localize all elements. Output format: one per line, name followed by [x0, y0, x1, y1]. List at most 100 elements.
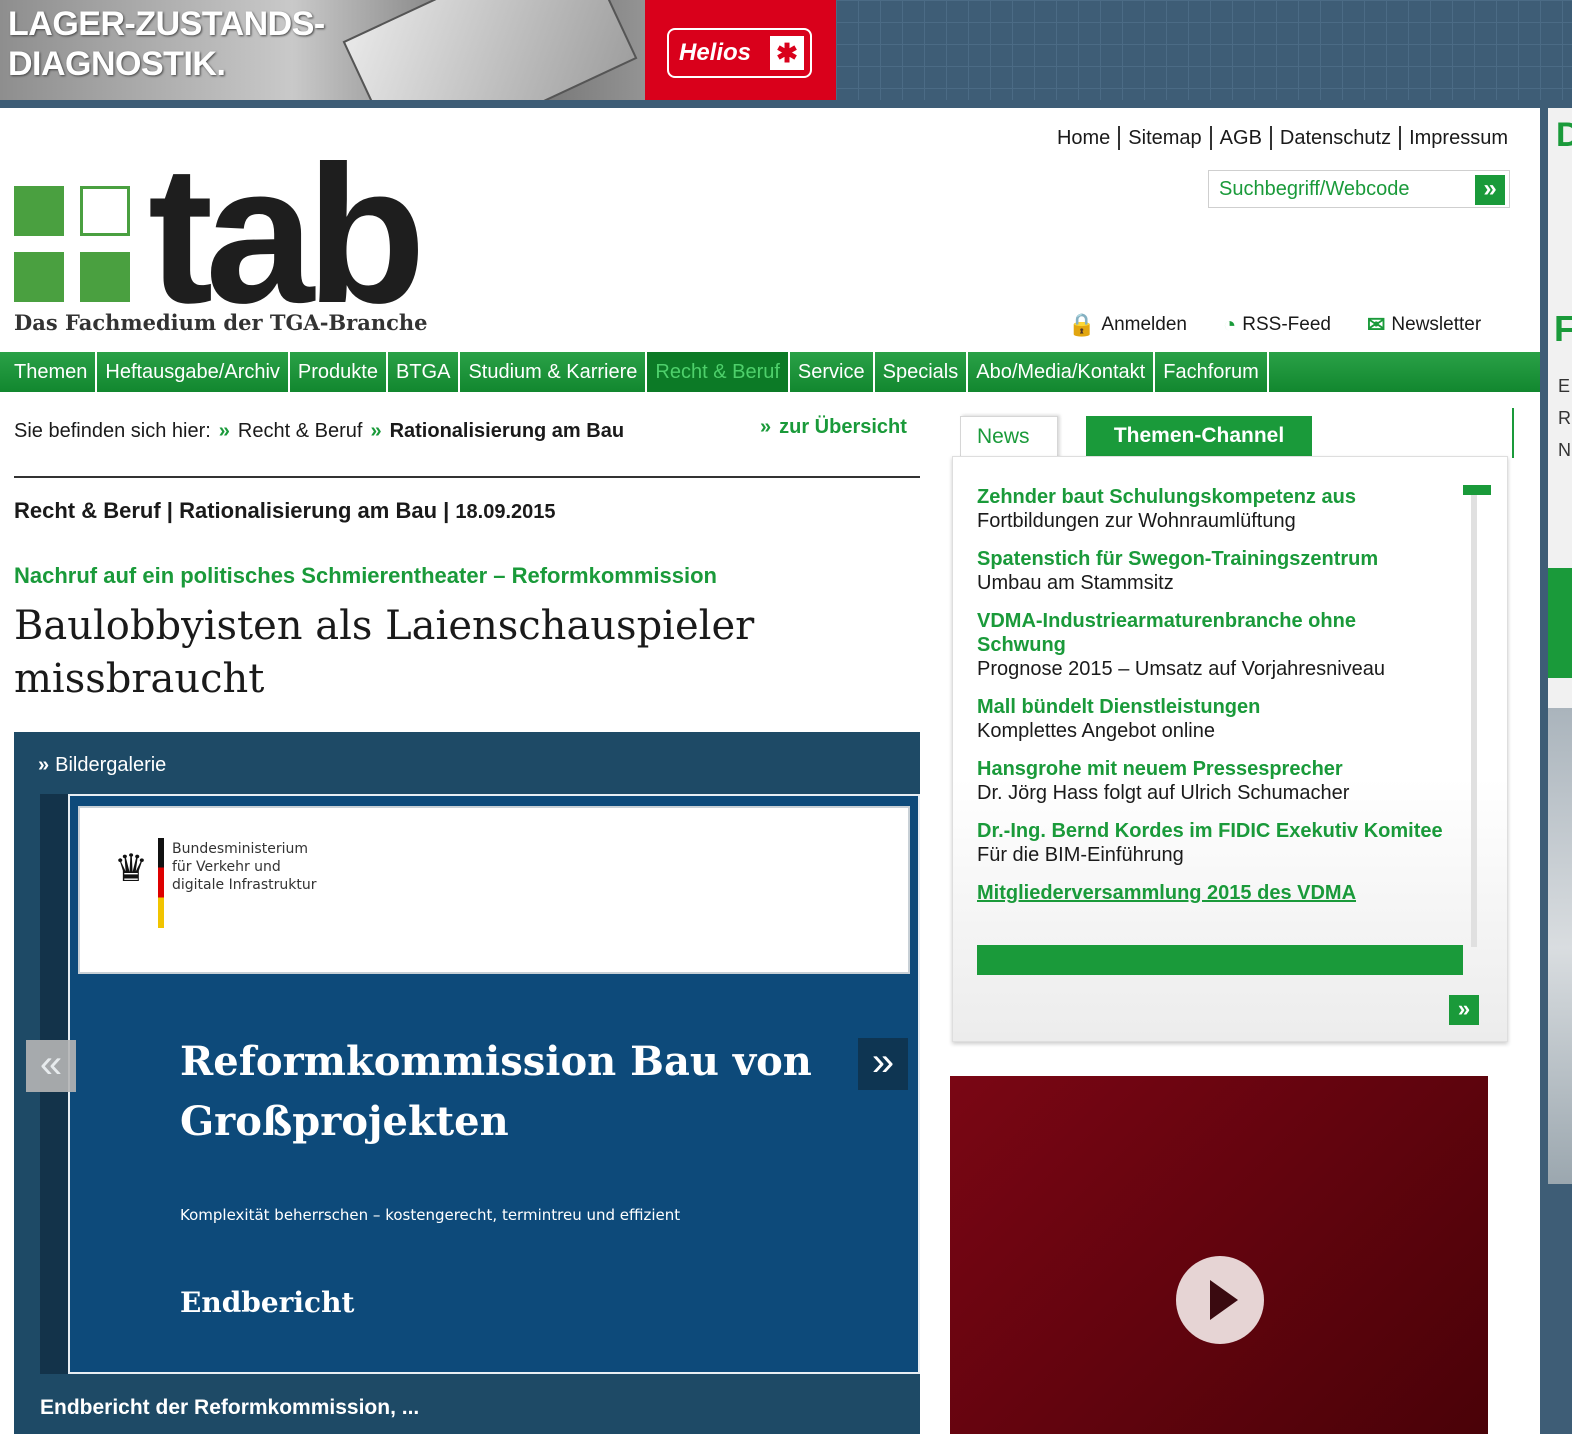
login-label: Anmelden [1101, 314, 1187, 335]
gallery-prev-button[interactable]: « [26, 1040, 76, 1092]
rss-link[interactable]: ◔ RSS-Feed [1223, 312, 1331, 338]
ad-brand-panel: Helios ✱ [645, 0, 836, 100]
breadcrumb-separator-icon: » [370, 420, 382, 442]
tab-themen-channel[interactable]: Themen-Channel [1086, 416, 1312, 456]
news-item[interactable]: Zehnder baut Schulungskompetenz aus Fort… [977, 485, 1477, 533]
news-widget: News Themen-Channel Zehnder baut Schulun… [950, 408, 1514, 1048]
meta-nav-impressum[interactable]: Impressum [1401, 126, 1508, 150]
nav-fachforum[interactable]: Fachforum [1155, 352, 1269, 392]
tab-news[interactable]: News [960, 416, 1058, 460]
news-highlight-bar [977, 945, 1463, 975]
login-link[interactable]: 🔒 Anmelden [1068, 312, 1187, 338]
site-logo[interactable]: tab Das Fachmedium der TGA-Branche [14, 137, 444, 340]
slide-subtitle: Komplexität beherrschen – kostengerecht,… [180, 1206, 681, 1224]
article-section: Recht & Beruf | Rationalisierung am Bau … [14, 498, 450, 523]
rss-label: RSS-Feed [1242, 314, 1331, 335]
news-item-title[interactable]: Hansgrohe mit neuem Pressesprecher [977, 757, 1477, 781]
news-item[interactable]: Mitgliederversammlung 2015 des VDMA [977, 881, 1477, 905]
news-scrollbar[interactable] [1471, 487, 1477, 947]
meta-nav-agb[interactable]: AGB [1212, 126, 1272, 150]
ad-brand-name: Helios [679, 39, 752, 66]
ad-brand-logo: Helios ✱ [667, 28, 812, 78]
news-scrollbar-thumb[interactable] [1463, 485, 1491, 495]
article-kicker: Nachruf auf ein politisches Schmierenthe… [14, 563, 717, 588]
meta-nav-home[interactable]: Home [1049, 126, 1121, 150]
news-item-subtitle: Fortbildungen zur Wohnraumlüftung [977, 510, 1296, 532]
slide-document-header: ♛ Bundesministerium für Verkehr und digi… [78, 806, 910, 974]
utility-links: 🔒 Anmelden ◔ RSS-Feed ✉ Newsletter [1068, 312, 1481, 338]
gallery-caption: Endbericht der Reformkommission, ... [40, 1396, 420, 1419]
play-icon[interactable] [1176, 1256, 1264, 1344]
german-flag-stripe [158, 838, 164, 928]
back-to-overview-link[interactable]: » zur Übersicht [760, 416, 907, 439]
side-ad[interactable]: D F E R N [1548, 108, 1572, 1184]
gallery-slide-image[interactable]: ♛ Bundesministerium für Verkehr und digi… [68, 794, 920, 1374]
logo-wordmark: tab [148, 125, 426, 344]
top-ad-banner[interactable]: LAGER-ZUSTANDS- DIAGNOSTIK. Helios ✱ [0, 0, 836, 100]
background-pattern [836, 0, 1572, 100]
nav-themen[interactable]: Themen [6, 352, 98, 392]
side-ad-text-3: E R N [1558, 376, 1571, 460]
news-more-button[interactable]: » [1449, 995, 1479, 1025]
search-input[interactable] [1209, 171, 1459, 207]
news-item-title[interactable]: Mitgliederversammlung 2015 des VDMA [977, 881, 1477, 905]
news-item-subtitle: Für die BIM-Einführung [977, 844, 1184, 866]
breadcrumb-prefix: Sie befinden sich hier: [14, 420, 211, 442]
search-box: » [1208, 170, 1510, 208]
news-item[interactable]: VDMA-Industriearmaturenbranche ohne Schw… [977, 609, 1477, 681]
news-tabs: News Themen-Channel [950, 408, 1514, 460]
slide-ministry-name: Bundesministerium für Verkehr und digita… [172, 841, 317, 893]
news-item-subtitle: Umbau am Stammsitz [977, 572, 1174, 594]
newsletter-link[interactable]: ✉ Newsletter [1367, 312, 1481, 338]
news-item-subtitle: Dr. Jörg Hass folgt auf Ulrich Schumache… [977, 782, 1350, 804]
news-item[interactable]: Spatenstich für Swegon-Trainingszentrum … [977, 547, 1477, 595]
logo-square [14, 186, 64, 236]
news-item[interactable]: Hansgrohe mit neuem Pressesprecher Dr. J… [977, 757, 1477, 805]
news-item-title[interactable]: VDMA-Industriearmaturenbranche ohne Schw… [977, 609, 1417, 657]
breadcrumb: Sie befinden sich hier: » Recht & Beruf … [14, 420, 624, 443]
logo-square [14, 252, 64, 302]
news-item[interactable]: Dr.-Ing. Bernd Kordes im FIDIC Exekutiv … [977, 819, 1477, 867]
news-item[interactable]: Mall bündelt Dienstleistungen Komplettes… [977, 695, 1477, 743]
news-item-title[interactable]: Zehnder baut Schulungskompetenz aus [977, 485, 1477, 509]
breadcrumb-recht-beruf[interactable]: Recht & Beruf [238, 420, 363, 443]
news-item-subtitle: Komplettes Angebot online [977, 720, 1215, 742]
nav-btga[interactable]: BTGA [388, 352, 461, 392]
slide-footer: Endbericht [180, 1286, 355, 1319]
ad-machine-image [342, 0, 638, 100]
article-headline: Baulobbyisten als Laienschauspieler miss… [14, 603, 755, 702]
side-ad-image [1548, 708, 1572, 1184]
news-item-title[interactable]: Spatenstich für Swegon-Trainingszentrum [977, 547, 1477, 571]
rss-icon: ◔ [1222, 312, 1237, 337]
news-item-title[interactable]: Dr.-Ing. Bernd Kordes im FIDIC Exekutiv … [977, 819, 1477, 843]
search-submit-button[interactable]: » [1475, 175, 1505, 205]
newsletter-label: Newsletter [1391, 314, 1482, 335]
page: Home Sitemap AGB Datenschutz Impressum »… [0, 108, 1540, 1434]
meta-nav-datenschutz[interactable]: Datenschutz [1272, 126, 1402, 150]
gallery-title-label: Bildergalerie [55, 754, 167, 776]
news-item-title[interactable]: Mall bündelt Dienstleistungen [977, 695, 1477, 719]
meta-nav: Home Sitemap AGB Datenschutz Impressum [1049, 126, 1508, 150]
news-panel: Zehnder baut Schulungskompetenz aus Fort… [952, 456, 1508, 1042]
gallery-next-button[interactable]: » [858, 1038, 908, 1090]
nav-abo-media-kontakt[interactable]: Abo/Media/Kontakt [968, 352, 1156, 392]
nav-service[interactable]: Service [790, 352, 875, 392]
news-list: Zehnder baut Schulungskompetenz aus Fort… [977, 485, 1477, 919]
chevron-right-icon: » [760, 416, 772, 438]
fan-icon: ✱ [770, 36, 804, 70]
chevron-right-icon: » [38, 754, 50, 776]
nav-recht-beruf[interactable]: Recht & Beruf [647, 352, 790, 392]
article-date: 18.09.2015 [455, 501, 556, 523]
nav-heftausgabe[interactable]: Heftausgabe/Archiv [97, 352, 290, 392]
logo-square [80, 252, 130, 302]
logo-tagline: Das Fachmedium der TGA-Branche [14, 310, 428, 335]
article-meta: Recht & Beruf | Rationalisierung am Bau … [14, 498, 556, 524]
nav-specials[interactable]: Specials [875, 352, 969, 392]
divider [14, 476, 920, 478]
video-player[interactable] [950, 1076, 1488, 1434]
gallery-title: » Bildergalerie [38, 754, 166, 777]
nav-produkte[interactable]: Produkte [290, 352, 388, 392]
meta-nav-sitemap[interactable]: Sitemap [1120, 126, 1212, 150]
envelope-icon: ✉ [1366, 312, 1386, 337]
nav-studium-karriere[interactable]: Studium & Karriere [460, 352, 648, 392]
